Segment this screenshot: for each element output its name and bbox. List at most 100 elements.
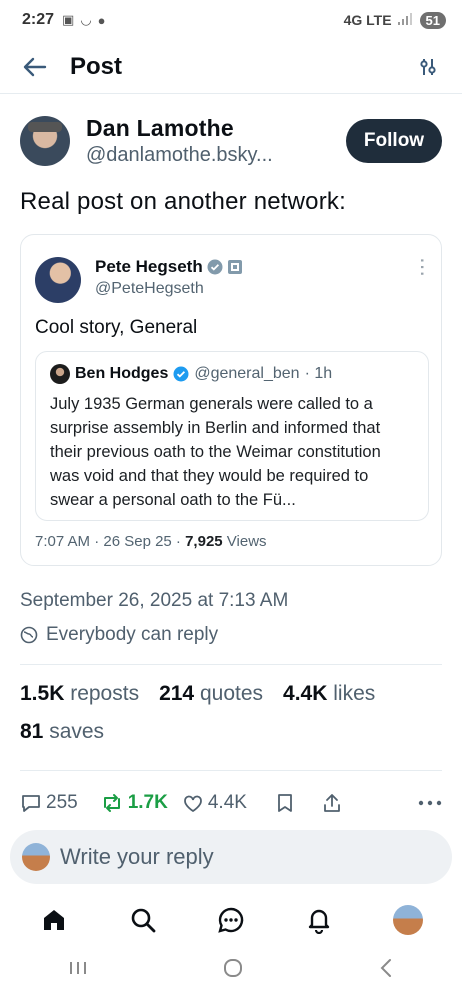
quoted-handle: @PeteHegseth bbox=[95, 280, 204, 297]
saves-label: saves bbox=[49, 720, 105, 743]
saves-count: 81 bbox=[20, 720, 44, 743]
verified-gray-badge-icon bbox=[207, 259, 223, 275]
quotes-count: 214 bbox=[159, 682, 195, 705]
quoted-text: Cool story, General bbox=[35, 317, 198, 338]
nav-home[interactable] bbox=[32, 898, 76, 942]
nested-avatar bbox=[50, 364, 70, 384]
signal-icon bbox=[397, 12, 414, 28]
search-icon bbox=[131, 908, 155, 933]
bottom-nav bbox=[0, 894, 462, 946]
status-right: 4G LTE 51 bbox=[343, 11, 446, 29]
follow-button[interactable]: Follow bbox=[346, 119, 442, 163]
nested-age: · 1h bbox=[304, 365, 333, 382]
reposts-stat[interactable]: 1.5K reposts bbox=[20, 682, 139, 706]
nav-messages[interactable] bbox=[209, 898, 253, 942]
quoted-display-row: Pete Hegseth bbox=[95, 257, 243, 277]
author-handle: @danlamothe.bsky... bbox=[86, 144, 273, 166]
heart-icon bbox=[183, 795, 202, 813]
status-time: 2:27 bbox=[22, 11, 55, 28]
chevron-left-icon bbox=[380, 958, 392, 977]
bookmark-button[interactable] bbox=[275, 792, 295, 814]
post-date: September 26, 2025 at 7:13 AM bbox=[20, 590, 289, 611]
home-icon bbox=[44, 910, 65, 930]
arrow-left-icon bbox=[23, 57, 47, 76]
profile-avatar bbox=[392, 905, 423, 935]
post-author: Dan Lamothe @danlamothe.bsky... Follow bbox=[20, 110, 442, 172]
quoted-header: Pete Hegseth @PeteHegseth ⋯ bbox=[35, 257, 433, 303]
like-button[interactable]: 4.4K bbox=[182, 792, 247, 814]
home-system-button[interactable] bbox=[222, 957, 244, 984]
quotes-stat[interactable]: 214 quotes bbox=[159, 682, 263, 706]
repost-icon bbox=[103, 794, 120, 812]
author-display-name: Dan Lamothe bbox=[86, 115, 234, 141]
quoted-views-count: 7,925 bbox=[185, 533, 223, 550]
author-names[interactable]: Dan Lamothe @danlamothe.bsky... bbox=[86, 115, 273, 167]
more-options-icon[interactable]: ⋯ bbox=[411, 257, 433, 303]
nested-quoted-post[interactable]: Ben Hodges @general_ben · 1h July 1935 G… bbox=[35, 351, 429, 521]
bookmark-icon bbox=[278, 794, 292, 812]
post-text: Real post on another network: bbox=[20, 188, 346, 215]
verified-blue-badge-icon bbox=[173, 366, 189, 382]
ellipsis-icon bbox=[418, 800, 442, 806]
reply-bubble-icon bbox=[22, 795, 40, 812]
recent-apps-button[interactable] bbox=[67, 959, 89, 982]
top-header: Post bbox=[0, 40, 462, 94]
divider bbox=[20, 664, 442, 665]
nav-notifications[interactable] bbox=[297, 898, 341, 942]
reply-placeholder: Write your reply bbox=[60, 844, 214, 869]
share-icon bbox=[324, 794, 340, 812]
like-count: 4.4K bbox=[207, 792, 247, 813]
my-avatar bbox=[22, 843, 50, 871]
status-bar: 2:27 ▣ ◡ ● 4G LTE 51 bbox=[0, 0, 462, 40]
status-notification-icons: ▣ ◡ ● bbox=[62, 12, 106, 28]
chat-bubble-icon: ● bbox=[97, 12, 106, 28]
home-circle-icon bbox=[223, 958, 242, 977]
quoted-display-name: Pete Hegseth bbox=[95, 257, 203, 276]
divider bbox=[20, 770, 442, 771]
bell-icon bbox=[309, 909, 330, 934]
back-button[interactable] bbox=[20, 52, 50, 82]
reposts-count: 1.5K bbox=[20, 682, 65, 705]
nested-handle: @general_ben bbox=[194, 365, 300, 382]
reposts-label: reposts bbox=[70, 682, 140, 705]
reply-setting-label: Everybody can reply bbox=[46, 624, 219, 645]
globe-icon bbox=[20, 626, 38, 644]
nested-display-name: Ben Hodges bbox=[75, 365, 169, 382]
repost-button[interactable]: 1.7K bbox=[100, 792, 168, 814]
action-bar: 255 1.7K 4.4K bbox=[20, 788, 442, 818]
quoted-timestamp: 7:07 AM · 26 Sep 25 · bbox=[35, 533, 186, 550]
network-label: 4G LTE bbox=[343, 12, 392, 28]
voicemail-icon: ◡ bbox=[80, 12, 92, 27]
reply-setting[interactable]: Everybody can reply bbox=[20, 624, 218, 646]
page-title: Post bbox=[70, 52, 123, 80]
reply-button[interactable]: 255 bbox=[20, 792, 78, 814]
quoted-footer: 7:07 AM · 26 Sep 25 · 7,925 Views bbox=[35, 533, 267, 550]
photo-icon: ▣ bbox=[62, 12, 75, 27]
author-avatar[interactable] bbox=[20, 116, 70, 166]
battery-indicator: 51 bbox=[419, 11, 446, 29]
quotes-label: quotes bbox=[199, 682, 264, 705]
more-actions-button[interactable] bbox=[418, 799, 442, 807]
nested-header: Ben Hodges @general_ben · 1h bbox=[50, 364, 414, 384]
likes-count: 4.4K bbox=[283, 682, 328, 705]
engagement-stats: 1.5K reposts 214 quotes 4.4K likes 81 sa… bbox=[20, 682, 375, 758]
reply-composer[interactable]: Write your reply bbox=[10, 830, 452, 884]
recents-icon bbox=[69, 961, 86, 974]
share-button[interactable] bbox=[321, 792, 343, 814]
sliders-icon bbox=[420, 58, 436, 75]
likes-label: likes bbox=[333, 682, 376, 705]
chat-icon bbox=[218, 907, 244, 933]
saves-stat: 81 saves bbox=[20, 720, 104, 744]
quoted-avatar bbox=[35, 257, 81, 303]
nested-text: July 1935 German generals were called to… bbox=[50, 395, 381, 509]
reply-count: 255 bbox=[46, 792, 78, 813]
quoted-views-label: Views bbox=[222, 533, 267, 550]
government-badge-icon bbox=[227, 260, 242, 274]
nav-profile[interactable] bbox=[386, 898, 430, 942]
quoted-post-card[interactable]: Pete Hegseth @PeteHegseth ⋯ Cool story, … bbox=[20, 234, 442, 566]
nav-search[interactable] bbox=[121, 898, 165, 942]
likes-stat[interactable]: 4.4K likes bbox=[283, 682, 375, 706]
thread-settings-button[interactable] bbox=[414, 53, 442, 81]
back-system-button[interactable] bbox=[377, 957, 395, 984]
repost-count: 1.7K bbox=[127, 792, 168, 813]
